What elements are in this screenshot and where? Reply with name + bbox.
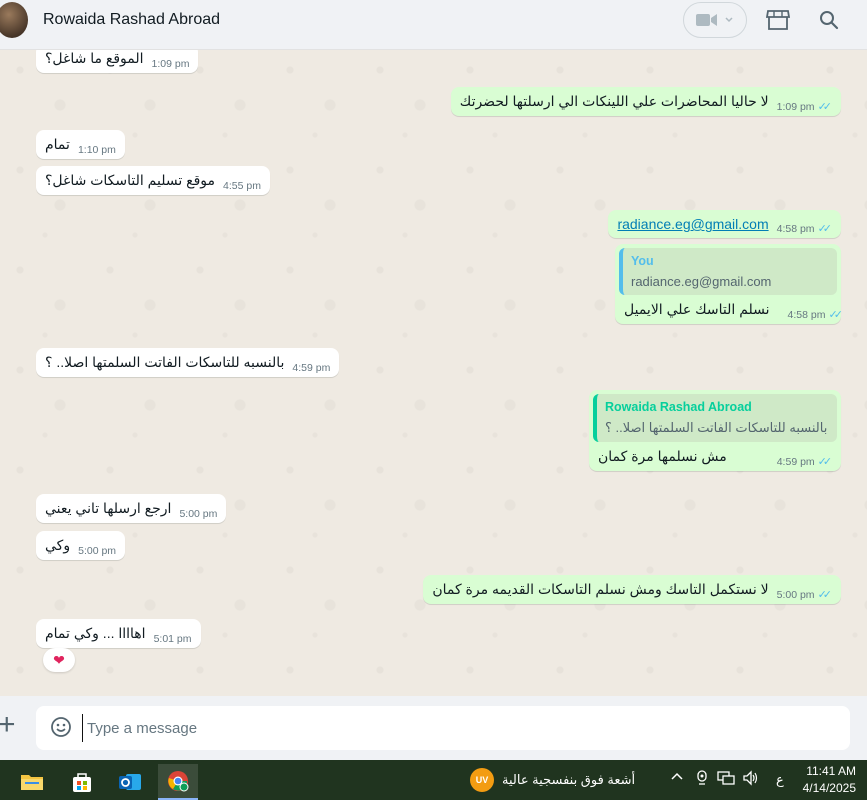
message-incoming[interactable]: وكي 5:00 pm — [36, 531, 126, 560]
weather-text: أشعة فوق بنفسجية عالية — [502, 772, 636, 787]
message-composer: + — [0, 696, 867, 760]
message-outgoing-reply[interactable]: You radiance.eg@gmail.com نسلم التاسك عل… — [615, 244, 843, 324]
input-language[interactable]: ع — [776, 772, 784, 788]
message-text: ارجع ارسلها تاني يعني — [45, 500, 172, 516]
store-app-icon[interactable] — [62, 764, 102, 800]
message-incoming[interactable]: موقع تسليم التاسكات شاغل؟ 4:55 pm — [36, 166, 270, 195]
message-text: بالنسبه للتاسكات الفاتت السلمتها اصلا.. … — [45, 354, 285, 370]
video-camera-icon — [696, 14, 717, 26]
message-time: 1:10 pm — [77, 144, 116, 156]
chat-header: Rowaida Rashad Abroad — [0, 0, 867, 50]
clock-time: 11:41 AM — [806, 764, 856, 778]
quoted-text: بالنسبه للتاسكات الفاتت السلمتها اصلا.. … — [605, 420, 828, 435]
store-icon[interactable] — [766, 8, 790, 32]
search-icon[interactable] — [817, 8, 841, 32]
message-time: 1:09 pm — [151, 58, 190, 70]
message-text: لا نستكمل التاسك ومش نسلم التاسكات القدي… — [432, 581, 769, 597]
message-time: 4:59 pm — [292, 362, 331, 374]
volume-icon[interactable] — [742, 770, 760, 789]
chevron-down-icon — [725, 17, 733, 23]
webcam-icon[interactable] — [694, 770, 710, 789]
message-text: موقع تسليم التاسكات شاغل؟ — [45, 172, 216, 188]
chrome-icon[interactable] — [158, 764, 198, 800]
read-receipt-icon: ✓✓ — [817, 589, 833, 601]
message-incoming[interactable]: تمام 1:10 pm — [36, 130, 125, 159]
message-text: لا حاليا المحاضرات علي اللينكات الي ارسل… — [459, 93, 769, 109]
windows-taskbar: UV أشعة فوق بنفسجية عالية ع 11:41 AM 4/1… — [0, 760, 867, 800]
quoted-message[interactable]: Rowaida Rashad Abroad بالنسبه للتاسكات ا… — [593, 394, 837, 442]
read-receipt-icon: ✓✓ — [817, 223, 833, 235]
message-incoming[interactable]: ارجع ارسلها تاني يعني 5:00 pm — [36, 494, 227, 523]
read-receipt-icon: ✓✓ — [817, 456, 833, 468]
email-link[interactable]: radiance.eg@gmail.com — [617, 216, 768, 232]
message-time: 4:59 pm — [776, 455, 815, 468]
message-time: 4:58 pm — [787, 308, 826, 321]
message-incoming[interactable]: الموقع ما شاغل؟ 1:09 pm — [36, 50, 199, 73]
message-text: اهاااا ... وكي تمام — [45, 625, 146, 641]
chevron-up-icon[interactable] — [670, 770, 684, 787]
plus-icon[interactable]: + — [0, 710, 16, 740]
contact-avatar[interactable] — [0, 2, 28, 38]
message-input-box[interactable] — [36, 706, 850, 750]
message-time: 5:00 pm — [179, 508, 218, 520]
contact-name[interactable]: Rowaida Rashad Abroad — [43, 11, 220, 29]
message-text: وكي — [45, 537, 71, 553]
system-clock[interactable]: 11:41 AM 4/14/2025 — [800, 763, 856, 797]
read-receipt-icon: ✓✓ — [817, 101, 833, 113]
quoted-text: radiance.eg@gmail.com — [631, 274, 772, 289]
message-time: 5:01 pm — [153, 633, 192, 645]
weather-widget[interactable]: UV أشعة فوق بنفسجية عالية — [470, 768, 635, 792]
read-receipt-icon: ✓✓ — [828, 309, 843, 321]
quoted-author: You — [631, 254, 654, 268]
message-time: 5:00 pm — [78, 545, 117, 557]
message-outgoing[interactable]: لا نستكمل التاسك ومش نسلم التاسكات القدي… — [423, 575, 841, 604]
message-text: مش نسلمها مرة كمان — [598, 448, 727, 464]
message-text: نسلم التاسك علي الايميل — [624, 301, 770, 317]
uv-badge: UV — [470, 768, 494, 792]
quoted-message[interactable]: You radiance.eg@gmail.com — [619, 248, 837, 295]
message-input[interactable] — [82, 714, 822, 742]
video-call-button[interactable] — [683, 2, 747, 38]
message-incoming[interactable]: اهاااا ... وكي تمام 5:01 pm — [36, 619, 201, 648]
message-time: 5:00 pm — [776, 588, 815, 601]
emoji-icon[interactable] — [50, 716, 72, 738]
outlook-icon[interactable] — [110, 764, 150, 800]
message-time: 4:55 pm — [223, 180, 261, 192]
clock-date: 4/14/2025 — [802, 781, 856, 795]
quoted-author: Rowaida Rashad Abroad — [605, 400, 752, 414]
message-time: 1:09 pm — [776, 100, 815, 113]
heart-reaction-icon[interactable]: ❤ — [43, 648, 75, 672]
message-list[interactable]: الموقع ما شاغل؟ 1:09 pm لا حاليا المحاضرا… — [0, 50, 867, 696]
message-outgoing-reply[interactable]: Rowaida Rashad Abroad بالنسبه للتاسكات ا… — [589, 390, 841, 471]
message-outgoing[interactable]: لا حاليا المحاضرات علي اللينكات الي ارسل… — [450, 87, 841, 116]
message-text: تمام — [45, 136, 70, 152]
message-outgoing[interactable]: radiance.eg@gmail.com 4:58 pm ✓✓ — [608, 210, 841, 238]
network-icon[interactable] — [717, 770, 735, 789]
file-explorer-icon[interactable] — [12, 764, 52, 800]
message-incoming[interactable]: بالنسبه للتاسكات الفاتت السلمتها اصلا.. … — [36, 348, 340, 377]
message-time: 4:58 pm — [776, 222, 815, 235]
message-text: الموقع ما شاغل؟ — [45, 50, 144, 66]
